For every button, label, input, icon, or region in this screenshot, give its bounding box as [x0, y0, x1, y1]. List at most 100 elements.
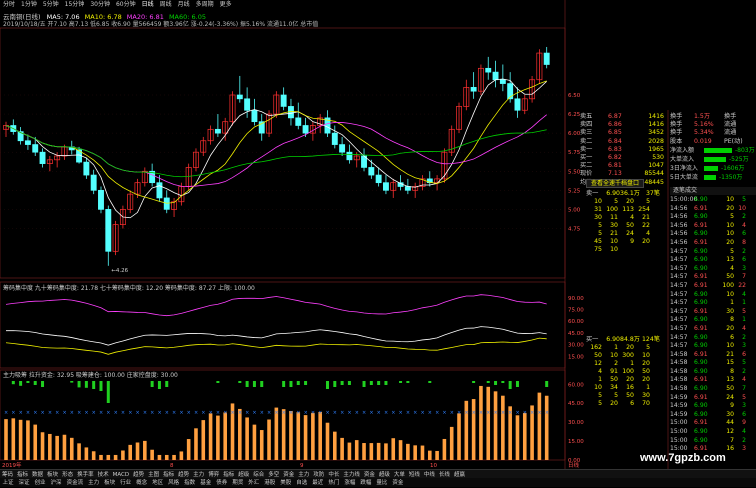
ind2-drop-bar — [325, 381, 329, 389]
tick-price: 6.90 — [694, 428, 708, 436]
ind2-bar — [179, 451, 184, 460]
tick-volume: 10 — [726, 221, 734, 229]
ind2-band-marker: × — [311, 410, 315, 416]
tick-row: 15:00 6.90 7 2 — [670, 437, 756, 446]
indicator-tabs: 筹码 指标 数据 板块 形态 换手率 技术 MACD 趋势 主图 指标 趋势 主力 博弈 指标 超级 综合 多空资… — [0, 469, 756, 478]
queue-cell: 5 — [614, 198, 618, 205]
ind2-bar — [544, 395, 549, 460]
ind2-bar — [449, 426, 454, 460]
ind2-bar — [479, 385, 483, 460]
ind2-bar — [486, 386, 491, 460]
tick-price: 6.91 — [694, 281, 708, 289]
order-row: 卖四 6.86 1416 — [580, 121, 670, 129]
ind2-bar — [281, 409, 286, 460]
tick-time: 14:58 — [670, 385, 688, 393]
order-row: 卖二 6.84 2028 — [580, 138, 670, 146]
stat-row: 换手 1.5万 换手 — [670, 113, 756, 121]
ind2-band-marker: × — [216, 410, 220, 416]
tick-row: 14:58 6.91 13 4 — [670, 376, 756, 385]
candle-body — [470, 87, 477, 92]
ind2-bar — [296, 412, 301, 460]
tick-list[interactable]: 15:00:00 6.90 10 5 14:56 6.91 20 10 14:56 6.90 5 2 1… — [670, 196, 756, 454]
ind2-band-marker: × — [157, 410, 161, 416]
tick-price: 6.91 — [694, 221, 708, 229]
flow-value: -1350万 — [719, 173, 743, 181]
tick-count: 5 — [742, 307, 746, 315]
order-volume: 1965 — [648, 145, 664, 153]
queue-cell: 11 — [610, 214, 618, 221]
tick-count: 3 — [742, 445, 746, 453]
ind2-band-marker: × — [33, 410, 37, 416]
ind1-tick-label: 45.00 — [568, 331, 584, 337]
tick-time: 14:56 — [670, 204, 688, 212]
price-tick-label: 6.50 — [568, 93, 581, 99]
ind2-bar — [91, 451, 96, 460]
ind2-bar — [413, 445, 417, 460]
ind2-bar — [40, 432, 45, 460]
queue-cell: 5 — [598, 222, 602, 229]
flow-bar — [704, 156, 726, 162]
candle-body — [244, 98, 251, 111]
flow-label: 3日净流入 — [670, 164, 698, 172]
tick-count: 1 — [742, 299, 746, 307]
candle-body — [98, 189, 104, 210]
order-price: 6.86 — [608, 121, 622, 129]
order-price: 6.84 — [608, 137, 622, 145]
queue-cell: 22 — [642, 222, 650, 229]
ind2-band-marker: × — [377, 410, 381, 416]
queue-row: 12 2 1 20 — [586, 360, 660, 368]
tick-price: 6.90 — [694, 264, 708, 272]
ind2-drop-bar — [333, 381, 337, 387]
queue-cell: 9 — [630, 238, 634, 245]
ind2-bar — [376, 442, 381, 460]
ind2-bar — [391, 438, 396, 460]
tick-row: 14:57 6.91 30 5 — [670, 308, 756, 317]
queue-cell: 10 — [594, 198, 602, 205]
ind2-bar — [172, 454, 176, 460]
tick-time: 14:59 — [670, 393, 688, 401]
flow-row: 5日大单流 -1350万 — [670, 173, 756, 182]
ind2-drop-bar — [399, 381, 403, 383]
tick-row: 14:58 6.90 50 7 — [670, 385, 756, 394]
ind2-band-marker: × — [369, 410, 373, 416]
tick-volume: 50 — [726, 273, 734, 281]
ind2-drop-bar — [216, 381, 220, 383]
order-summary: 查看全速千档盘口 — [586, 178, 645, 188]
tick-count: 4 — [742, 428, 746, 436]
ind2-band-marker: × — [545, 410, 549, 416]
queue-header-cell: 6.90 — [606, 190, 620, 197]
tick-count: 1 — [742, 316, 746, 324]
tick-volume: 15 — [726, 359, 734, 367]
ind2-band-marker: × — [245, 410, 249, 416]
full-depth-button[interactable]: 查看全速千档盘口 — [586, 179, 645, 188]
tick-price: 6.91 — [694, 376, 708, 384]
status-bar: 上证 深证 创业 沪深 资金流 主力 板块 行业 概念 地区 风格 指数 基金 债券 期货 外汇 港股 美股 自选最… — [0, 478, 756, 487]
ind2-drop-bar — [99, 381, 103, 391]
tick-row: 14:57 6.90 13 6 — [670, 256, 756, 265]
ind2-bar — [406, 443, 410, 460]
stats-panel: 换手 1.5万 换手 换手 5.16% 流通 换手 5.34% 流通 股本 0.019 PE(动) 净流… — [670, 113, 756, 182]
ind2-band-marker: × — [128, 410, 132, 416]
ind2-bar — [245, 417, 249, 460]
tick-time: 15:00 — [670, 428, 688, 436]
ind2-drop-bar — [289, 381, 293, 387]
ind2-bar — [362, 443, 366, 460]
queue-header-cell: 买一 — [586, 336, 599, 343]
queue-cell: 5 — [646, 198, 650, 205]
queue-header-cell: 36.1万 — [620, 190, 640, 197]
ind2-bar — [384, 443, 388, 460]
queue-row: 10 5 20 5 — [586, 198, 660, 206]
ind2-band-marker: × — [523, 410, 527, 416]
queue-cell: 30 — [594, 214, 602, 221]
queue-cell: 100 — [622, 368, 634, 375]
ind2-band-marker: × — [333, 410, 337, 416]
tick-count: 3 — [742, 264, 746, 272]
tick-count: 3 — [742, 402, 746, 410]
ind2-band-marker: × — [420, 410, 424, 416]
ind2-band-marker: × — [362, 410, 366, 416]
tick-price: 6.90 — [694, 196, 708, 203]
tick-price: 6.90 — [694, 230, 708, 238]
ind2-band-marker: × — [179, 410, 183, 416]
tick-volume: 4 — [730, 264, 734, 272]
ind2-band-marker: × — [450, 410, 454, 416]
